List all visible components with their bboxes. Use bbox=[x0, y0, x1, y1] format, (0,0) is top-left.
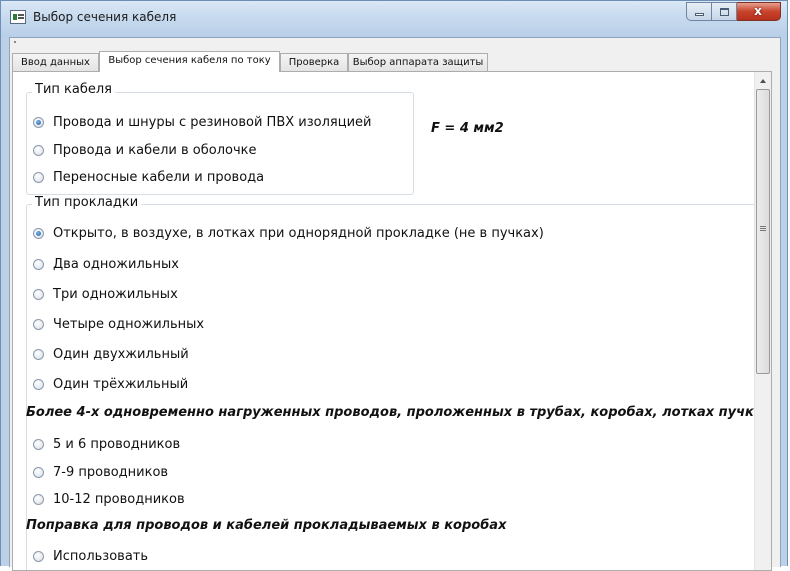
close-icon: x bbox=[754, 4, 762, 18]
radio-button bbox=[33, 378, 44, 390]
radio-cable-portable[interactable]: Переносные кабели и провода bbox=[33, 167, 264, 187]
scroll-up-arrow-icon[interactable] bbox=[757, 74, 770, 88]
radio-button-selected bbox=[33, 227, 44, 239]
cable-type-title: Тип кабеля bbox=[32, 82, 115, 97]
app-window: Выбор сечения кабеля x Ввод данных Выбор… bbox=[0, 0, 788, 571]
maximize-button[interactable] bbox=[712, 2, 737, 21]
tab-cable-by-current[interactable]: Выбор сечения кабеля по току bbox=[99, 51, 280, 72]
section-result: F = 4 мм2 bbox=[431, 121, 504, 136]
radio-three-single-core[interactable]: Три одножильных bbox=[33, 284, 178, 304]
minimize-button[interactable] bbox=[686, 2, 712, 21]
radio-open-single-row[interactable]: Открыто, в воздухе, в лотках при одноряд… bbox=[33, 223, 544, 243]
tab-protection-device[interactable]: Выбор аппарата защиты bbox=[348, 53, 488, 71]
radio-button bbox=[33, 438, 44, 450]
radio-7-9-conductors[interactable]: 7-9 проводников bbox=[33, 462, 168, 482]
tab-panel: Тип кабеля Провода и шнуры с резиновой П… bbox=[12, 71, 772, 571]
tab-check[interactable]: Проверка bbox=[280, 53, 348, 71]
radio-four-single-core[interactable]: Четыре одножильных bbox=[33, 314, 204, 334]
radio-button bbox=[33, 171, 44, 183]
vertical-scrollbar[interactable] bbox=[754, 72, 771, 570]
radio-button bbox=[33, 348, 44, 360]
radio-button bbox=[33, 258, 44, 270]
tab-input-data[interactable]: Ввод данных bbox=[12, 53, 99, 71]
client-area: Ввод данных Выбор сечения кабеля по току… bbox=[9, 37, 781, 571]
radio-one-three-core[interactable]: Один трёхжильный bbox=[33, 374, 188, 394]
close-button[interactable]: x bbox=[737, 2, 781, 21]
radio-button bbox=[33, 550, 44, 562]
radio-cable-rubber-pvc[interactable]: Провода и шнуры с резиновой ПВХ изоляцие… bbox=[33, 112, 371, 132]
radio-two-single-core[interactable]: Два одножильных bbox=[33, 254, 179, 274]
bundle-heading: Более 4-х одновременно нагруженных прово… bbox=[26, 405, 772, 420]
maximize-icon bbox=[720, 8, 729, 16]
radio-use-correction[interactable]: Использовать bbox=[33, 546, 148, 566]
radio-button-selected bbox=[33, 116, 44, 128]
radio-button bbox=[33, 318, 44, 330]
radio-button bbox=[33, 493, 44, 505]
radio-button bbox=[33, 466, 44, 478]
scrollbar-thumb[interactable] bbox=[756, 89, 770, 374]
radio-button bbox=[33, 144, 44, 156]
radio-cable-sheathed[interactable]: Провода и кабели в оболочке bbox=[33, 140, 257, 160]
minimize-icon bbox=[695, 13, 704, 16]
title-bar[interactable]: Выбор сечения кабеля x bbox=[1, 1, 787, 37]
window-title: Выбор сечения кабеля bbox=[33, 10, 177, 24]
correction-heading: Поправка для проводов и кабелей проклады… bbox=[26, 518, 507, 533]
radio-one-two-core[interactable]: Один двухжильный bbox=[33, 344, 189, 364]
menu-grip bbox=[14, 41, 16, 43]
radio-button bbox=[33, 288, 44, 300]
radio-5-6-conductors[interactable]: 5 и 6 проводников bbox=[33, 434, 180, 454]
grip-icon bbox=[760, 226, 766, 227]
radio-10-12-conductors[interactable]: 10-12 проводников bbox=[33, 489, 185, 509]
laying-type-title: Тип прокладки bbox=[32, 195, 142, 210]
window-controls: x bbox=[686, 2, 781, 22]
app-icon bbox=[10, 10, 26, 24]
